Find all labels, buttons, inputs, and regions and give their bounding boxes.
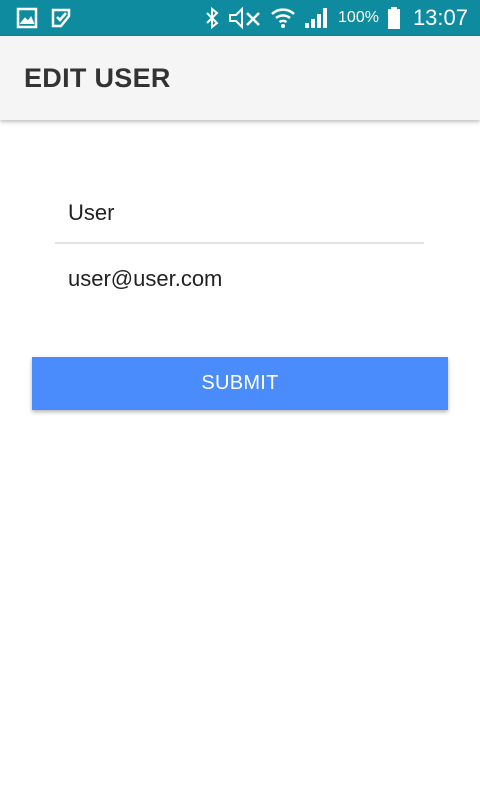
app-bar: EDIT USER — [0, 36, 480, 120]
status-bar: 100% 13:07 — [0, 0, 480, 36]
clipboard-check-icon — [50, 7, 72, 29]
bluetooth-icon — [204, 6, 220, 30]
battery-icon — [387, 6, 401, 30]
name-field[interactable]: User — [55, 184, 424, 244]
page-title: EDIT USER — [24, 62, 171, 93]
mute-icon — [228, 6, 262, 30]
status-right-icons: 100% 13:07 — [204, 5, 468, 31]
status-left-icons — [16, 7, 72, 29]
signal-icon — [304, 6, 330, 30]
submit-button[interactable]: SUBMIT — [32, 357, 448, 410]
battery-percentage: 100% — [338, 9, 379, 26]
wifi-icon — [270, 5, 296, 31]
status-clock: 13:07 — [412, 5, 468, 30]
gallery-icon — [16, 7, 38, 29]
email-field[interactable]: user@user.com — [55, 254, 424, 304]
